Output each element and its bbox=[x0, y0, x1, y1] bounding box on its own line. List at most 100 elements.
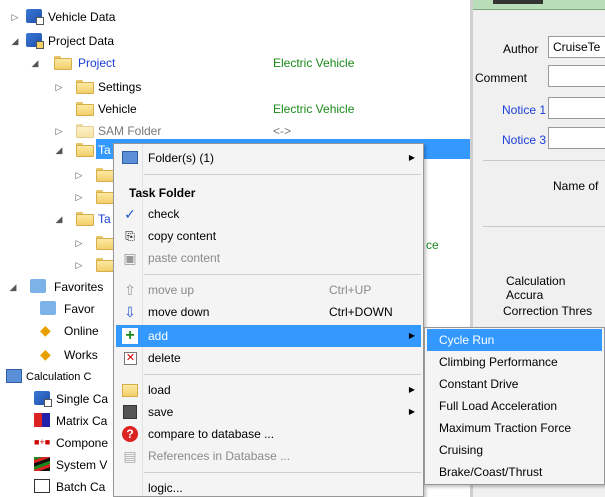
submenu-item-cycle-run[interactable]: Cycle Run bbox=[427, 329, 602, 351]
tree-item-label: Single Ca bbox=[56, 392, 109, 406]
menu-item-references[interactable]: ▤ References in Database ... bbox=[116, 445, 421, 467]
notice3-label[interactable]: Notice 3 bbox=[502, 133, 546, 147]
menu-separator bbox=[144, 174, 421, 175]
tree-item-label: Settings bbox=[98, 80, 142, 94]
compare-question-icon: ? bbox=[122, 426, 138, 442]
submenu-item-maximum-traction-force[interactable]: Maximum Traction Force bbox=[427, 417, 602, 439]
batch-icon bbox=[34, 479, 50, 493]
notice3-field[interactable] bbox=[548, 127, 605, 149]
tree-item-vehicle[interactable]: Vehicle Electric Vehicle bbox=[0, 98, 470, 120]
correction-label: Correction Thres bbox=[503, 304, 593, 318]
menu-item-delete[interactable]: ✕ delete bbox=[116, 347, 421, 369]
add-submenu: Cycle Run Climbing Performance Constant … bbox=[424, 327, 605, 485]
matrix-icon bbox=[34, 413, 50, 427]
author-field[interactable]: CruiseTe bbox=[548, 36, 605, 58]
tree-item-label: Calculation C bbox=[26, 371, 92, 383]
tree-item-label: Online bbox=[64, 324, 99, 338]
folder-icon bbox=[76, 142, 94, 157]
tree-item-online[interactable]: ◆ Online bbox=[0, 320, 120, 342]
tree-item-task-folder[interactable]: ◢ Ta bbox=[0, 139, 120, 161]
context-menu: Folder(s) (1) ▶ Task Folder ✓ check ⎘ co… bbox=[113, 143, 424, 497]
menu-item-check[interactable]: ✓ check bbox=[116, 203, 421, 225]
warning-diamond-icon: ◆ bbox=[40, 322, 51, 338]
expand-arrow-icon[interactable]: ▷ bbox=[10, 12, 20, 22]
copy-icon: ⎘ bbox=[125, 229, 135, 243]
tree-item-child[interactable]: ▷ bbox=[0, 254, 120, 276]
menu-item-save[interactable]: save ▶ bbox=[116, 401, 421, 423]
notice1-label[interactable]: Notice 1 bbox=[502, 103, 546, 117]
tree-item-value: Electric Vehicle bbox=[273, 56, 355, 70]
expand-arrow-icon[interactable]: ▷ bbox=[74, 260, 84, 270]
tree-item-child[interactable]: ▷ bbox=[0, 232, 120, 254]
favor-icon bbox=[40, 301, 56, 315]
tree-item-label: Matrix Ca bbox=[56, 414, 108, 428]
expand-arrow-icon[interactable]: ▷ bbox=[54, 82, 64, 92]
collapse-arrow-icon[interactable]: ◢ bbox=[54, 214, 64, 224]
expand-arrow-icon[interactable]: ▷ bbox=[54, 126, 64, 136]
folder-icon bbox=[96, 235, 114, 250]
single-calc-icon bbox=[34, 391, 52, 407]
submenu-item-full-load-acceleration[interactable]: Full Load Acceleration bbox=[427, 395, 602, 417]
menu-item-compare[interactable]: ? compare to database ... bbox=[116, 423, 421, 445]
expand-arrow-icon[interactable]: ▷ bbox=[74, 192, 84, 202]
tree-item-project-data[interactable]: ◢ Project Data bbox=[0, 30, 200, 52]
submenu-item-brake-coast-thrust[interactable]: Brake/Coast/Thrust bbox=[427, 461, 602, 483]
folder-icon bbox=[96, 189, 114, 204]
menu-item-load[interactable]: load ▶ bbox=[116, 379, 421, 401]
tree-item-system-v[interactable]: System V bbox=[0, 454, 120, 476]
shortcut-label: Ctrl+DOWN bbox=[329, 305, 393, 319]
tree-item-favorites[interactable]: ◢ Favorites bbox=[0, 276, 120, 298]
arrow-up-icon: ⇧ bbox=[124, 282, 136, 298]
menu-header: Task Folder bbox=[129, 186, 196, 200]
tree-item-task-folder-2[interactable]: ◢ Ta bbox=[0, 208, 120, 230]
submenu-item-constant-drive[interactable]: Constant Drive bbox=[427, 373, 602, 395]
references-icon: ▤ bbox=[123, 448, 137, 464]
tree-item-child[interactable]: ▷ bbox=[0, 186, 120, 208]
tree-item-vehicle-data[interactable]: ▷ Vehicle Data bbox=[0, 6, 200, 28]
expand-arrow-icon[interactable]: ▷ bbox=[74, 238, 84, 248]
collapse-arrow-icon[interactable]: ◢ bbox=[54, 145, 64, 155]
menu-item-label: add bbox=[148, 329, 169, 343]
comment-label: Comment bbox=[475, 71, 528, 85]
menu-separator bbox=[144, 374, 421, 375]
tree-item-label: Batch Ca bbox=[56, 480, 106, 494]
collapse-arrow-icon[interactable]: ◢ bbox=[30, 58, 40, 68]
submenu-item-cruising[interactable]: Cruising bbox=[427, 439, 602, 461]
comment-field[interactable] bbox=[548, 65, 605, 87]
tree-item-single-ca[interactable]: Single Ca bbox=[0, 388, 120, 410]
spellcheck-icon: ✓ bbox=[124, 206, 136, 222]
menu-item-copy-content[interactable]: ⎘ copy content bbox=[116, 225, 421, 247]
tree-item-label: Vehicle Data bbox=[48, 10, 116, 24]
tree-item-label: Project Data bbox=[48, 34, 115, 48]
expand-arrow-icon[interactable]: ▷ bbox=[74, 170, 84, 180]
tree-item-settings[interactable]: ▷ Settings bbox=[0, 76, 200, 98]
collapse-arrow-icon[interactable]: ◢ bbox=[10, 36, 20, 46]
menu-item-move-down[interactable]: ⇩ move down Ctrl+DOWN bbox=[116, 301, 421, 323]
tree-item-matrix-ca[interactable]: Matrix Ca bbox=[0, 410, 120, 432]
tree-item-calculation[interactable]: Calculation C bbox=[0, 366, 120, 388]
tree-item-label: Ta bbox=[98, 212, 111, 226]
notice1-field[interactable] bbox=[548, 97, 605, 119]
tree-item-compone[interactable]: ■+■ Compone bbox=[0, 432, 120, 454]
folder-icon bbox=[96, 257, 114, 272]
tree-item-value: ce bbox=[426, 238, 439, 252]
menu-item-logic[interactable]: logic... bbox=[116, 477, 421, 497]
menu-item-move-up[interactable]: ⇧ move up Ctrl+UP bbox=[116, 279, 421, 301]
menu-item-paste-content[interactable]: ▣ paste content bbox=[116, 247, 421, 269]
menu-item-label: References in Database ... bbox=[148, 449, 291, 463]
tree-item-works[interactable]: ◆ Works bbox=[0, 344, 120, 366]
submenu-arrow-icon: ▶ bbox=[408, 407, 415, 416]
tree-item-project[interactable]: ◢ Project Electric Vehicle bbox=[0, 52, 470, 74]
tree-item-child[interactable]: ▷ bbox=[0, 164, 120, 186]
tree-item-label: Favorites bbox=[54, 280, 104, 294]
menu-item-folders[interactable]: Folder(s) (1) ▶ bbox=[116, 147, 421, 169]
project-data-icon bbox=[26, 33, 44, 49]
tree-item-favor[interactable]: Favor bbox=[0, 298, 120, 320]
collapse-arrow-icon[interactable]: ◢ bbox=[8, 282, 18, 292]
menu-item-label: check bbox=[148, 207, 180, 221]
component-icon: ■+■ bbox=[34, 437, 51, 447]
system-icon bbox=[34, 457, 50, 471]
submenu-item-climbing-performance[interactable]: Climbing Performance bbox=[427, 351, 602, 373]
menu-item-add[interactable]: + add ▶ bbox=[116, 325, 421, 347]
tree-item-batch-ca[interactable]: Batch Ca bbox=[0, 476, 120, 497]
